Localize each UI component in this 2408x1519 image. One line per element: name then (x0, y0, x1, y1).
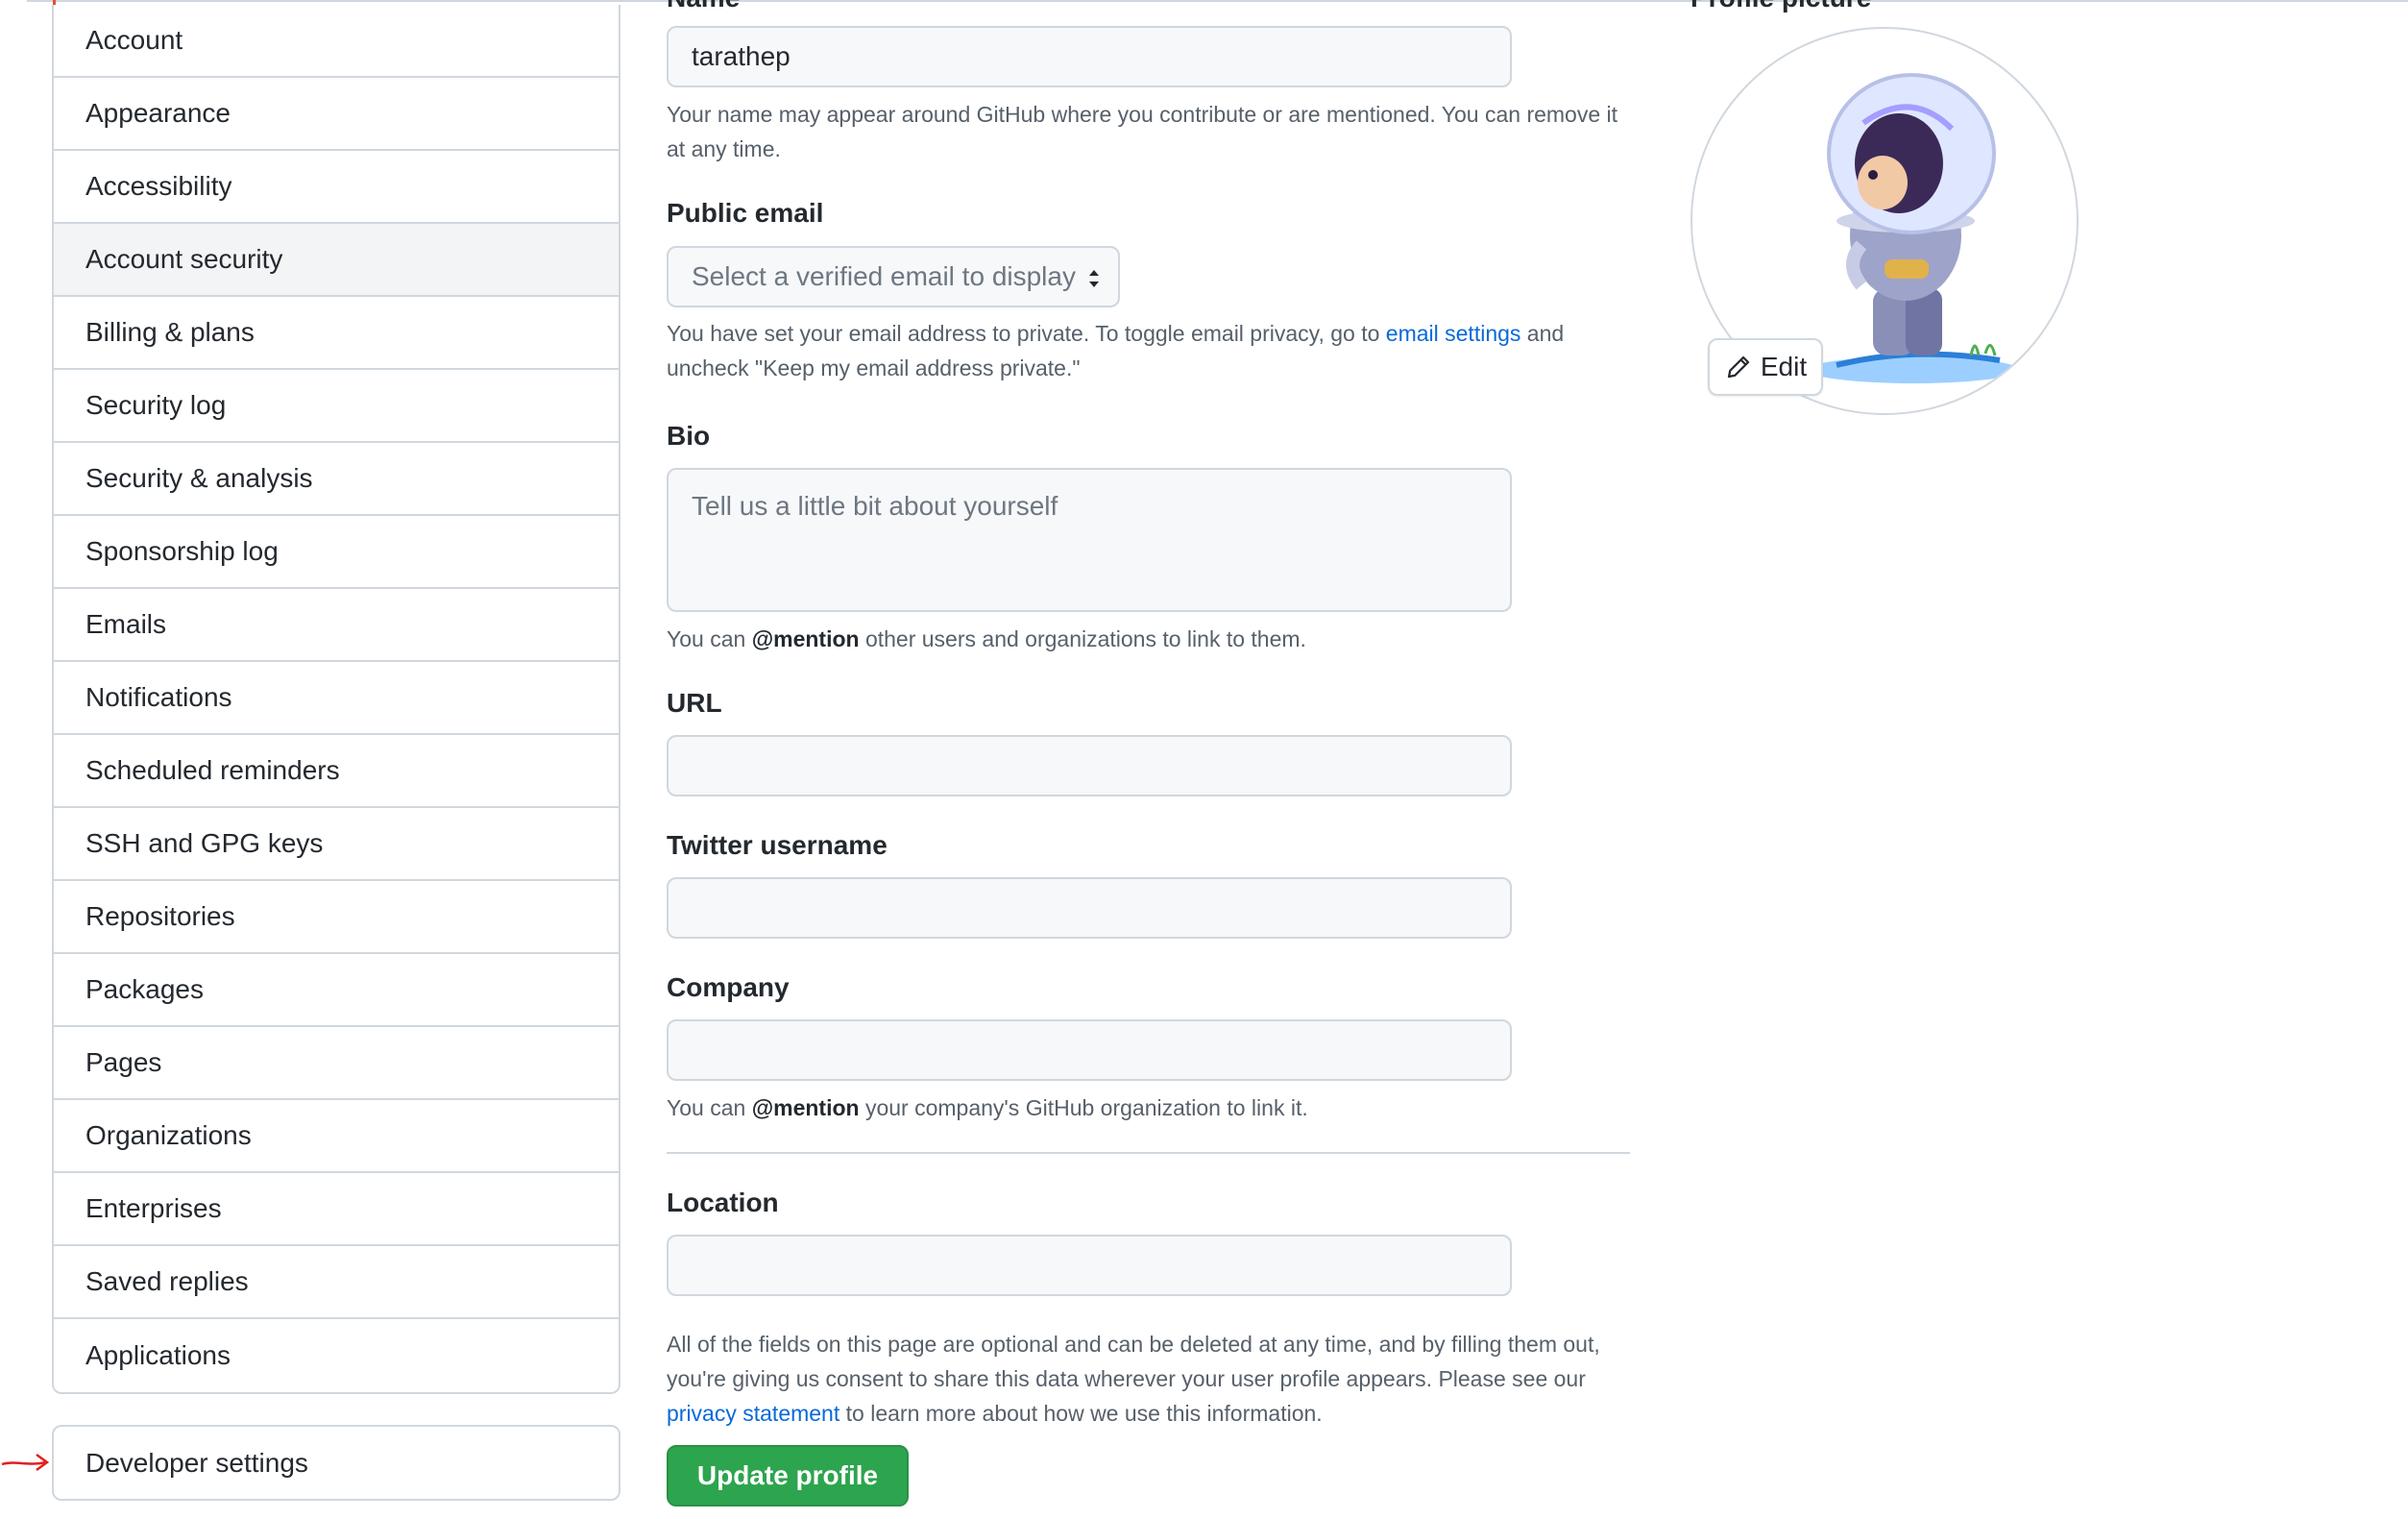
company-note-suffix: your company's GitHub organization to li… (864, 1095, 1308, 1120)
bio-note-prefix: You can (667, 626, 746, 651)
company-note-prefix: You can (667, 1095, 746, 1120)
sidebar-item-enterprises[interactable]: Enterprises (54, 1173, 619, 1246)
sidebar-item-scheduled-reminders[interactable]: Scheduled reminders (54, 735, 619, 808)
name-help-text: Your name may appear around GitHub where… (667, 102, 1618, 161)
url-label: URL (667, 688, 722, 718)
pencil-icon (1727, 355, 1749, 379)
sidebar-item-appearance[interactable]: Appearance (54, 78, 619, 151)
sidebar-item-account[interactable]: Account (54, 5, 619, 78)
edit-avatar-button[interactable]: Edit (1708, 338, 1823, 396)
form-divider (667, 1152, 1630, 1154)
select-caret-icon (1089, 270, 1099, 287)
sidebar-item-applications[interactable]: Applications (54, 1319, 619, 1392)
sidebar-item-accessibility[interactable]: Accessibility (54, 151, 619, 224)
sidebar-item-sponsorship-log[interactable]: Sponsorship log (54, 516, 619, 589)
privacy-statement-link[interactable]: privacy statement (667, 1401, 839, 1426)
sidebar-item-pages[interactable]: Pages (54, 1027, 619, 1100)
location-label: Location (667, 1188, 779, 1217)
sidebar-item-security-log[interactable]: Security log (54, 370, 619, 443)
update-profile-button[interactable]: Update profile (667, 1445, 909, 1507)
company-help-text: You can @mention your company's GitHub o… (667, 1090, 1627, 1125)
public-email-selected: Select a verified email to display (692, 261, 1076, 291)
sidebar-item-repositories[interactable]: Repositories (54, 881, 619, 954)
sidebar-item-security-analysis[interactable]: Security & analysis (54, 443, 619, 516)
sidebar-item-notifications[interactable]: Notifications (54, 662, 619, 735)
company-mention-text: @mention (751, 1095, 860, 1120)
sidebar-item-saved-replies[interactable]: Saved replies (54, 1246, 619, 1319)
public-email-label: Public email (667, 198, 824, 228)
profile-picture-label: Profile picture (1690, 0, 1871, 13)
bio-label: Bio (667, 421, 711, 451)
company-input[interactable] (667, 1019, 1512, 1081)
settings-sidebar-menu: Account Appearance Accessibility Account… (52, 5, 620, 1394)
privacy-footer-text: All of the fields on this page are optio… (667, 1327, 1632, 1431)
bio-mention-text: @mention (751, 626, 860, 651)
sidebar-item-emails[interactable]: Emails (54, 589, 619, 662)
top-divider (27, 0, 2408, 2)
footer-note-suffix: to learn more about how we use this info… (845, 1401, 1323, 1426)
twitter-input[interactable] (667, 877, 1512, 939)
sidebar-item-packages[interactable]: Packages (54, 954, 619, 1027)
sidebar-item-billing[interactable]: Billing & plans (54, 297, 619, 370)
edit-avatar-label: Edit (1760, 352, 1808, 381)
bio-note-suffix: other users and organizations to link to… (864, 626, 1306, 651)
sidebar-item-account-security[interactable]: Account security (54, 224, 619, 297)
bio-help-text: You can @mention other users and organiz… (667, 622, 1627, 656)
footer-note-prefix: All of the fields on this page are optio… (667, 1332, 1600, 1391)
twitter-label: Twitter username (667, 830, 888, 860)
url-input[interactable] (667, 735, 1512, 796)
sidebar-item-ssh-gpg-keys[interactable]: SSH and GPG keys (54, 808, 619, 881)
public-email-help-text: You have set your email address to priva… (667, 316, 1627, 385)
bio-textarea[interactable] (667, 468, 1512, 612)
public-email-select[interactable]: Select a verified email to display (667, 246, 1120, 307)
email-settings-link[interactable]: email settings (1386, 321, 1521, 346)
name-label: Name (667, 0, 740, 13)
name-input[interactable] (667, 26, 1512, 87)
location-input[interactable] (667, 1235, 1512, 1296)
public-email-note-prefix: You have set your email address to priva… (667, 321, 1380, 346)
company-label: Company (667, 972, 790, 1002)
sidebar-item-organizations[interactable]: Organizations (54, 1100, 619, 1173)
sidebar-item-developer-settings[interactable]: Developer settings (52, 1425, 620, 1501)
annotation-arrow-icon (1, 1453, 50, 1472)
